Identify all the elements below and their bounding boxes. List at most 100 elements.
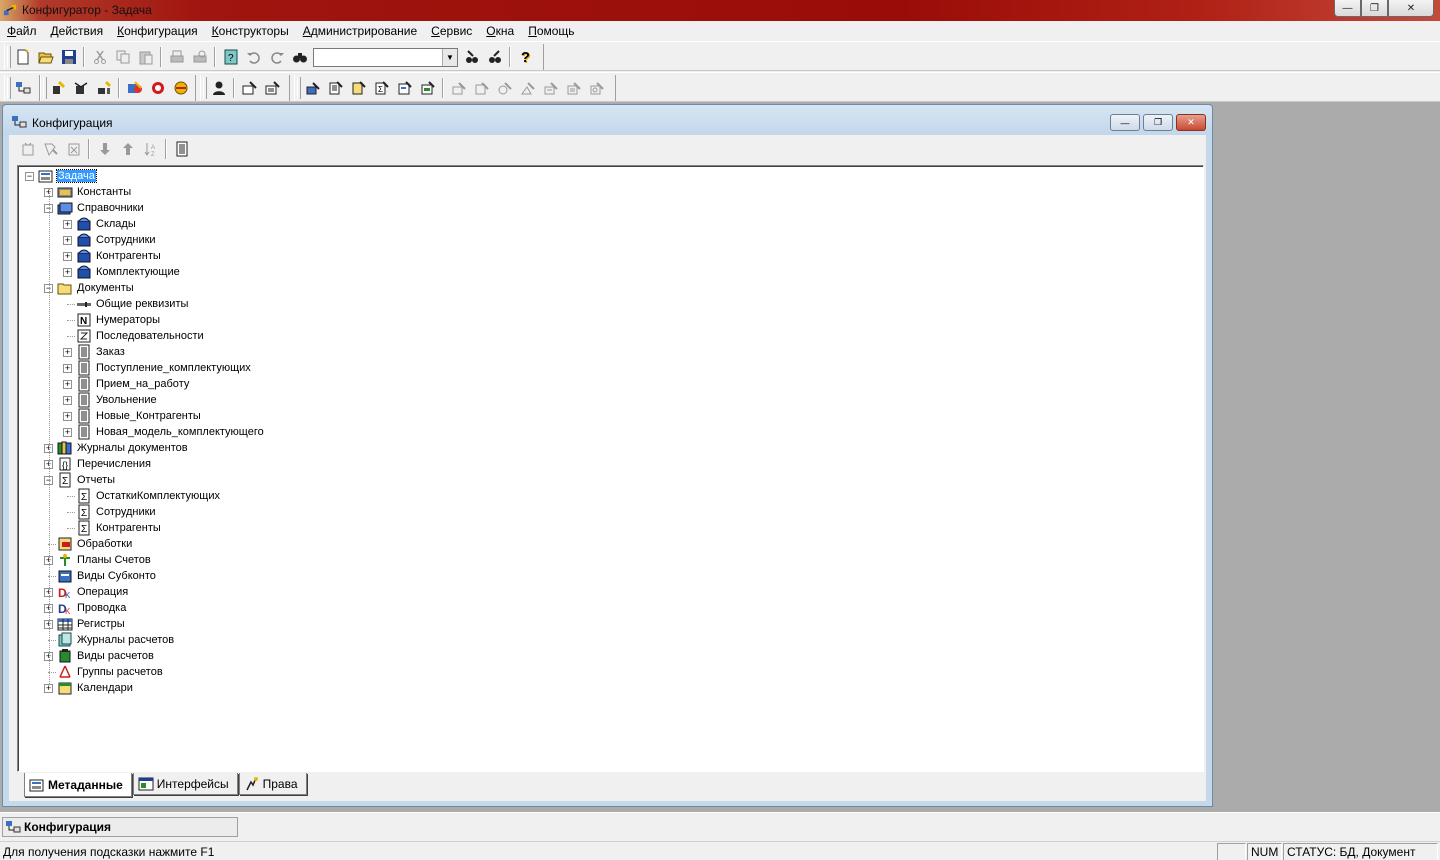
find-button[interactable] [288,46,311,68]
paste-button[interactable] [134,46,157,68]
designer-13-button[interactable] [585,77,608,99]
load-from-db-button[interactable] [70,77,93,99]
tree-node[interactable]: Последовательности [76,328,205,344]
find-previous-button[interactable] [483,46,506,68]
print-preview-button[interactable] [188,46,211,68]
tree-node[interactable]: Новая_модель_комплектующего [76,424,265,440]
tree-node[interactable]: Контрагенты [76,248,162,264]
minimize-button[interactable]: — [1334,0,1361,17]
tree-node[interactable]: Календари [57,680,134,696]
tree-node[interactable]: D K Операция [57,584,129,600]
tree-node[interactable]: Документы [57,280,135,296]
child-minimize-button[interactable]: — [1110,114,1140,131]
designer-3-button[interactable] [347,77,370,99]
help-button[interactable]: ? [514,46,537,68]
designer-8-button[interactable] [470,77,493,99]
find-next-button[interactable] [460,46,483,68]
tree-node[interactable]: Склады [76,216,137,232]
tree-node[interactable]: Поступление_комплектующих [76,360,252,376]
designer-9-button[interactable] [493,77,516,99]
tree-node[interactable]: Группы расчетов [57,664,164,680]
designer-12-button[interactable] [562,77,585,99]
expand-icon[interactable]: + [63,380,72,389]
tree-node[interactable]: N Нумераторы [76,312,161,328]
tree-node[interactable]: Новые_Контрагенты [76,408,202,424]
tab-metadata[interactable]: Метаданные [24,773,132,797]
debug-button[interactable] [169,77,192,99]
menu-5[interactable]: Администрирование [296,21,424,41]
tree-node[interactable]: Комплектующие [76,264,181,280]
expand-icon[interactable]: + [63,428,72,437]
tree-node[interactable]: Увольнение [76,392,158,408]
tree-node[interactable]: Константы [57,184,132,200]
designer-10-button[interactable] [516,77,539,99]
unload-db-button[interactable] [93,77,116,99]
properties-button[interactable] [39,138,62,160]
menu-6[interactable]: Сервис [424,21,479,41]
tree-node[interactable]: Σ Контрагенты [76,520,162,536]
tree-node[interactable]: Регистры [57,616,126,632]
configuration-window-titlebar[interactable]: Конфигурация — ❐ ✕ [3,105,1212,135]
tree-node[interactable]: Σ Сотрудники [76,504,157,520]
tree-node[interactable]: Σ ОстаткиКомплектующих [76,488,221,504]
restore-button[interactable]: ❐ [1361,0,1388,17]
designer-7-button[interactable] [447,77,470,99]
delete-object-button[interactable] [62,138,85,160]
tree-node[interactable]: Σ Отчеты [57,472,116,488]
undo-button[interactable] [242,46,265,68]
tree-node[interactable]: Журналы документов [57,440,189,456]
rights-editor-button[interactable] [261,77,284,99]
cut-button[interactable] [88,46,111,68]
menu-4[interactable]: Конструкторы [205,21,296,41]
move-up-button[interactable] [116,138,139,160]
expand-icon[interactable]: + [44,684,53,693]
child-close-button[interactable]: ✕ [1176,114,1206,131]
tree-node[interactable]: Справочники [57,200,145,216]
tree-node[interactable]: Общие реквизиты [76,296,189,312]
menu-8[interactable]: Помощь [521,21,581,41]
chevron-down-icon[interactable]: ▼ [442,48,457,66]
close-button[interactable]: ✕ [1388,0,1434,17]
print-button[interactable] [165,46,188,68]
tree-node[interactable]: Виды Субконто [57,568,157,584]
test-button[interactable] [123,77,146,99]
copy-button[interactable] [111,46,134,68]
tree-node[interactable]: Сотрудники [76,232,157,248]
expand-icon[interactable]: + [63,364,72,373]
tree-node[interactable]: Задача [38,168,97,184]
config-window-button[interactable] [11,77,34,99]
expand-icon[interactable]: + [63,412,72,421]
stop-button[interactable] [146,77,169,99]
menu-3[interactable]: Конфигурация [110,21,205,41]
new-object-button[interactable] [16,138,39,160]
designer-6-button[interactable] [416,77,439,99]
tree-node[interactable]: {} Перечисления [57,456,152,472]
tree-node[interactable]: Обработки [57,536,133,552]
tree-node[interactable]: D K Проводка [57,600,127,616]
expand-icon[interactable]: + [63,236,72,245]
description-button[interactable] [170,138,193,160]
new-file-button[interactable] [11,46,34,68]
tree-node[interactable]: Журналы расчетов [57,632,175,648]
redo-button[interactable] [265,46,288,68]
designer-11-button[interactable] [539,77,562,99]
metadata-tree[interactable]: Задача − Константы + Справочники − Склады + Сотр… [17,165,1204,772]
expand-icon[interactable]: + [63,268,72,277]
tree-node[interactable]: Заказ [76,344,126,360]
open-file-button[interactable] [34,46,57,68]
move-down-button[interactable] [93,138,116,160]
expand-icon[interactable]: + [63,348,72,357]
expand-icon[interactable]: + [63,220,72,229]
designer-5-button[interactable] [393,77,416,99]
tree-node[interactable]: Планы Счетов [57,552,152,568]
tree-node[interactable]: Прием_на_работу [76,376,190,392]
interface-editor-button[interactable] [238,77,261,99]
menu-7[interactable]: Окна [479,21,521,41]
expand-icon[interactable]: + [63,252,72,261]
sort-button[interactable]: AZ [139,138,162,160]
menu-1[interactable]: Файл [0,21,44,41]
designer-2-button[interactable] [324,77,347,99]
save-to-db-button[interactable] [47,77,70,99]
tab-interfaces[interactable]: Интерфейсы [132,773,238,795]
syntax-helper-button[interactable]: ? [219,46,242,68]
